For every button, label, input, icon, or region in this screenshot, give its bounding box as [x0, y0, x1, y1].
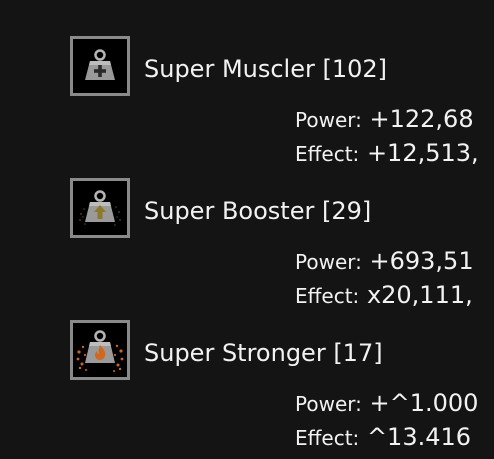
weight-arrow-up-icon[interactable]	[70, 178, 130, 238]
weight-flame-icon[interactable]	[70, 320, 130, 380]
power-stat: Power: +693,51	[295, 246, 474, 277]
effect-stat: Effect: +12,513,	[295, 138, 479, 169]
power-stat: Power: +122,68	[295, 104, 474, 135]
upgrade-super-stronger: Super Stronger [17] Power: +^1.000 Effec…	[70, 320, 494, 451]
effect-label: Effect:	[295, 142, 360, 166]
weight-plus-icon[interactable]	[70, 36, 130, 96]
power-value: +693,51	[369, 247, 474, 275]
effect-stat: Effect: ^13.416	[295, 422, 471, 453]
upgrade-name: Super Booster [29]	[144, 197, 372, 225]
power-label: Power:	[295, 392, 362, 416]
upgrade-name: Super Muscler [102]	[144, 55, 388, 83]
power-value: +^1.000	[369, 389, 479, 417]
effect-value: +12,513,	[366, 139, 479, 167]
upgrade-super-muscler: Super Muscler [102] Power: +122,68 Effec…	[70, 36, 494, 167]
upgrade-list: Super Muscler [102] Power: +122,68 Effec…	[0, 0, 494, 459]
power-value: +122,68	[369, 105, 474, 133]
effect-stat: Effect: x20,111,	[295, 280, 473, 311]
upgrade-name: Super Stronger [17]	[144, 339, 383, 367]
effect-label: Effect:	[295, 284, 360, 308]
effect-label: Effect:	[295, 426, 360, 450]
effect-value: ^13.416	[366, 423, 472, 451]
upgrade-super-booster: Super Booster [29] Power: +693,51 Effect…	[70, 178, 494, 309]
power-stat: Power: +^1.000	[295, 388, 478, 419]
effect-value: x20,111,	[366, 281, 473, 309]
power-label: Power:	[295, 250, 362, 274]
power-label: Power:	[295, 108, 362, 132]
